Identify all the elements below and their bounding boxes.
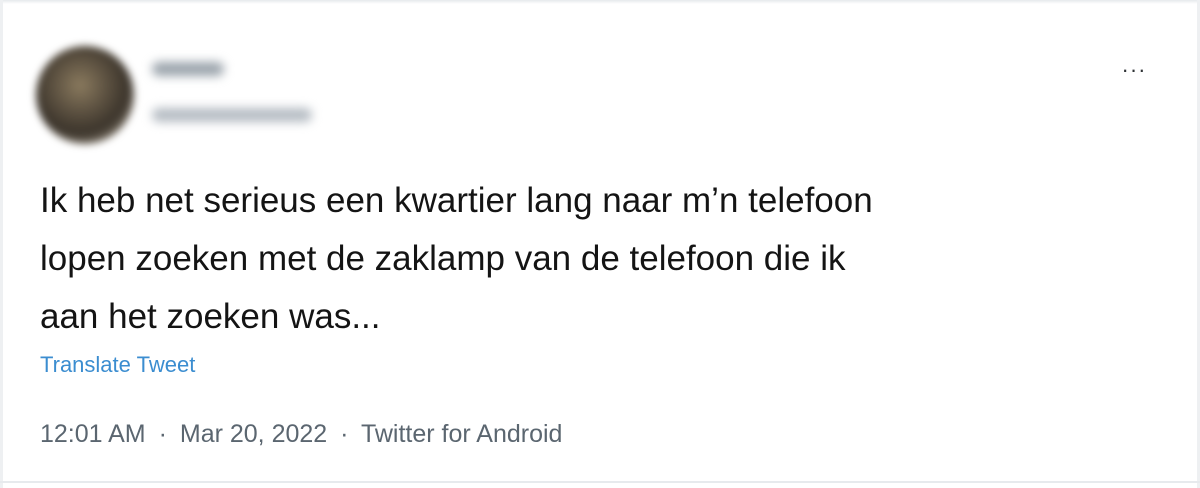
author-handle-redacted[interactable] — [152, 108, 312, 122]
tweet-date[interactable]: Mar 20, 2022 — [180, 420, 327, 448]
tweet-text: Ik heb net serieus een kwartier lang naa… — [40, 172, 1160, 346]
tweet-time[interactable]: 12:01 AM — [40, 420, 146, 448]
tweet-text-line-2: lopen zoeken met de zaklamp van de telef… — [40, 239, 846, 278]
more-options-button[interactable]: ··· — [1118, 58, 1150, 82]
separator-dot: · — [158, 420, 167, 448]
tweet-text-line-3: aan het zoeken was... — [40, 297, 381, 336]
tweet-text-line-1: Ik heb net serieus een kwartier lang naa… — [40, 181, 873, 220]
bottom-divider — [0, 481, 1200, 483]
tweet-metadata: 12:01 AM · Mar 20, 2022 · Twitter for An… — [40, 419, 562, 449]
more-horizontal-icon: ··· — [1121, 57, 1147, 82]
top-divider — [0, 0, 1200, 4]
separator-dot: · — [340, 420, 349, 448]
translate-tweet-link[interactable]: Translate Tweet — [40, 352, 195, 378]
author-name-redacted[interactable] — [152, 62, 224, 76]
tweet-source[interactable]: Twitter for Android — [361, 420, 562, 448]
avatar[interactable] — [36, 46, 134, 144]
tweet-card: ··· Ik heb net serieus een kwartier lang… — [0, 0, 1200, 488]
left-border — [0, 0, 3, 488]
